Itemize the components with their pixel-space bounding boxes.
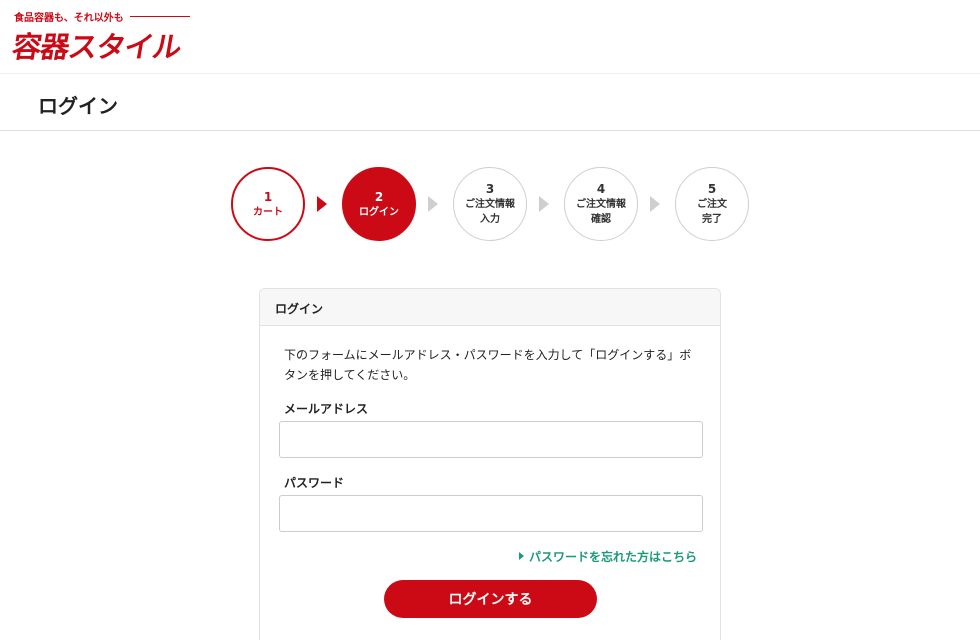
logo-wordmark: 容器スタイル: [9, 30, 184, 64]
triangle-right-icon: [518, 552, 524, 560]
password-field[interactable]: [279, 495, 703, 532]
login-button[interactable]: ログインする: [384, 580, 597, 618]
login-instructions: 下のフォームにメールアドレス・パスワードを入力して「ログインする」ボタンを押して…: [284, 348, 692, 382]
site-logo[interactable]: 食品容器も、それ以外も 容器スタイル: [10, 9, 194, 65]
step-arrow-icon: [317, 196, 327, 212]
forgot-password-text: パスワードを忘れた方はこちら: [528, 550, 697, 564]
forgot-password-link[interactable]: パスワードを忘れた方はこちら: [518, 548, 697, 565]
step-arrow-icon: [650, 196, 660, 212]
step-label: ログイン: [359, 206, 399, 218]
login-panel: ログイン 下のフォームにメールアドレス・パスワードを入力して「ログインする」ボタ…: [259, 288, 721, 640]
page-title: ログイン: [38, 94, 118, 118]
step-label: ご注文情報 入力: [465, 199, 515, 225]
step-label: ご注文情報 確認: [576, 199, 626, 225]
step-login: 2 ログイン: [342, 167, 416, 241]
site-header: 食品容器も、それ以外も 容器スタイル: [0, 0, 980, 74]
email-field[interactable]: [279, 421, 703, 458]
step-cart: 1 カート: [231, 167, 305, 241]
step-label: ご注文 完了: [697, 199, 727, 225]
page-title-bar: ログイン: [0, 75, 980, 131]
step-arrow-icon: [428, 196, 438, 212]
step-number: 4: [596, 182, 606, 196]
login-panel-header: ログイン: [260, 289, 720, 326]
step-number: 3: [485, 182, 495, 196]
logo-tagline: 食品容器も、それ以外も: [14, 13, 124, 24]
step-order-complete: 5 ご注文 完了: [675, 167, 749, 241]
password-label: パスワード: [284, 476, 345, 490]
step-number: 5: [707, 182, 717, 196]
step-order-confirm: 4 ご注文情報 確認: [564, 167, 638, 241]
checkout-steps: 1 カート 2 ログイン 3 ご注文情報 入力 4 ご注文情報 確認 5 ご注文…: [0, 167, 980, 243]
step-arrow-icon: [539, 196, 549, 212]
email-label: メールアドレス: [284, 402, 369, 416]
logo-rule: [130, 16, 190, 17]
step-label: カート: [253, 206, 283, 218]
step-number: 1: [263, 189, 273, 204]
step-order-input: 3 ご注文情報 入力: [453, 167, 527, 241]
login-panel-title: ログイン: [275, 302, 324, 316]
step-number: 2: [374, 189, 384, 204]
